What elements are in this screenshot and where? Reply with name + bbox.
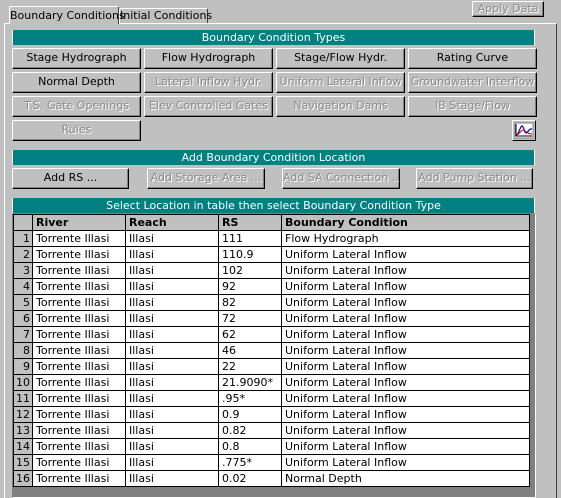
tab-boundary-conditions[interactable]: Boundary Conditions xyxy=(9,6,125,24)
apply-data-button[interactable]: Apply Data xyxy=(472,1,544,17)
boundary-conditions-panel xyxy=(4,23,557,498)
tab-initial-conditions[interactable]: Initial Conditions xyxy=(119,8,212,23)
